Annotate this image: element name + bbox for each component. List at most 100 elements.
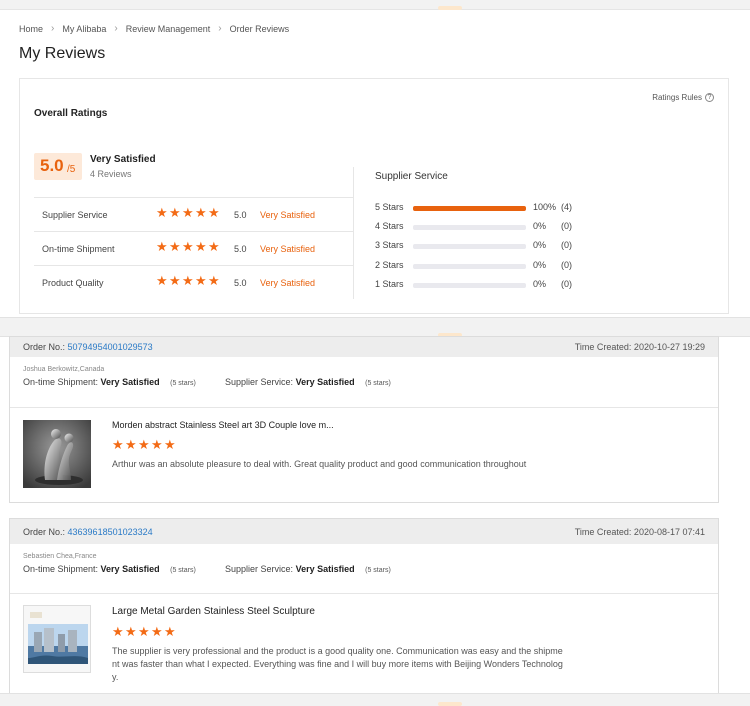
- rating-row-product-quality: Product Quality ★ ★ ★ ★ ★ 5.0 Very Satisfied: [34, 266, 354, 300]
- star-icon: ★: [169, 205, 181, 220]
- service-label: Supplier Service:: [225, 377, 294, 387]
- star-icon: ★: [164, 437, 176, 452]
- distribution-row: 2 Stars 0% (0): [375, 258, 715, 277]
- top-band: [0, 0, 750, 10]
- overall-ratings-card: Ratings Rules ? Overall Ratings 5.0 /5 V…: [19, 78, 729, 314]
- rating-row-supplier-service: Supplier Service ★ ★ ★ ★ ★ 5.0 Very Satisfie…: [34, 198, 354, 232]
- product-name[interactable]: Large Metal Garden Stainless Steel Sculp…: [112, 606, 315, 617]
- shipment-label: On-time Shipment:: [23, 377, 99, 387]
- help-icon[interactable]: ?: [705, 93, 714, 102]
- order-review-card: Order No.: 43639618501023324 Time Create…: [9, 518, 719, 694]
- breadcrumb-home[interactable]: Home: [19, 24, 43, 34]
- chevron-right-icon: ›: [218, 23, 222, 34]
- order-header: Order No.: 50794954001029573 Time Create…: [10, 337, 718, 357]
- star-distribution: 5 Stars 100% (4) 4 Stars 0% (0) 3 Stars …: [375, 200, 715, 296]
- product-name[interactable]: Morden abstract Stainless Steel art 3D C…: [112, 420, 334, 430]
- shipment-stars: (5 stars): [170, 567, 196, 574]
- scroll-nub: [438, 6, 462, 10]
- order-number: Order No.: 43639618501023324: [23, 527, 153, 537]
- rating-value: 5.0: [234, 244, 247, 254]
- rating-value: 5.0: [234, 278, 247, 288]
- shipment-rating: On-time Shipment: Very Satisfied (5 star…: [23, 377, 225, 387]
- divider: [10, 407, 718, 408]
- service-stars: (5 stars): [365, 567, 391, 574]
- service-rating: Supplier Service: Very Satisfied (5 star…: [225, 564, 427, 574]
- order-number-link[interactable]: 50794954001029573: [68, 342, 153, 352]
- shipment-rating: On-time Shipment: Very Satisfied (5 star…: [23, 564, 225, 574]
- breadcrumb-review-management[interactable]: Review Management: [126, 24, 211, 34]
- shipment-stars: (5 stars): [170, 380, 196, 387]
- service-stars: (5 stars): [365, 380, 391, 387]
- order-header: Order No.: 43639618501023324 Time Create…: [10, 519, 718, 544]
- order-number-link[interactable]: 43639618501023324: [68, 527, 153, 537]
- chevron-right-icon: ›: [51, 23, 55, 34]
- order-time-created: Time Created: 2020-08-17 07:41: [574, 527, 705, 537]
- rating-row-on-time-shipment: On-time Shipment ★ ★ ★ ★ ★ 5.0 Very Satisfie…: [34, 232, 354, 266]
- distribution-bar-fill: [413, 206, 526, 211]
- breadcrumb: Home › My Alibaba › Review Management › …: [19, 23, 289, 34]
- distribution-bar: [413, 206, 526, 211]
- star-icon: ★: [208, 273, 220, 288]
- review-star-rating: ★ ★ ★ ★ ★: [112, 624, 176, 639]
- star-icon: ★: [169, 239, 181, 254]
- star-icon: ★: [156, 273, 168, 288]
- summary-label: Very Satisfied: [90, 154, 156, 165]
- distribution-row: 3 Stars 0% (0): [375, 238, 715, 257]
- star-rating: ★ ★ ★ ★ ★: [156, 273, 220, 288]
- rating-value: 5.0: [234, 210, 247, 220]
- order-ratings: On-time Shipment: Very Satisfied (5 star…: [10, 373, 718, 387]
- supplier-service-title: Supplier Service: [375, 171, 448, 182]
- sculpture-image: [23, 420, 91, 488]
- distribution-percent: 0%: [533, 259, 547, 270]
- star-icon: ★: [208, 205, 220, 220]
- distribution-label: 3 Stars: [375, 240, 404, 251]
- breadcrumb-current: Order Reviews: [229, 23, 290, 34]
- star-icon: ★: [195, 239, 207, 254]
- star-icon: ★: [182, 205, 194, 220]
- star-icon: ★: [182, 273, 194, 288]
- product-image[interactable]: [23, 605, 91, 673]
- rating-label: Product Quality: [42, 278, 104, 288]
- score-badge: 5.0 /5: [34, 153, 82, 180]
- star-icon: ★: [151, 624, 163, 639]
- distribution-label: 2 Stars: [375, 259, 404, 270]
- star-icon: ★: [156, 239, 168, 254]
- ratings-rules-link[interactable]: Ratings Rules ?: [652, 93, 714, 102]
- scroll-nub: [438, 702, 462, 706]
- chevron-right-icon: ›: [114, 23, 118, 34]
- distribution-label: 4 Stars: [375, 221, 404, 232]
- shipment-value: Very Satisfied: [100, 377, 160, 387]
- star-icon: ★: [182, 239, 194, 254]
- shipment-value: Very Satisfied: [100, 564, 160, 574]
- distribution-count: (4): [561, 202, 572, 212]
- product-image[interactable]: [23, 420, 91, 488]
- distribution-bar: [413, 282, 526, 288]
- review-text: The supplier is very professional and th…: [112, 646, 563, 682]
- review-count: 4 Reviews: [90, 169, 132, 179]
- distribution-percent: 100%: [533, 202, 557, 212]
- distribution-count: (0): [561, 221, 572, 232]
- star-icon: ★: [138, 624, 150, 639]
- distribution-percent: 0%: [533, 240, 547, 251]
- distribution-row: 4 Stars 0% (0): [375, 219, 715, 238]
- rating-label: Supplier Service: [42, 210, 108, 220]
- star-rating: ★ ★ ★ ★ ★: [156, 205, 220, 220]
- review-star-rating: ★ ★ ★ ★ ★: [112, 437, 176, 452]
- rating-text: Very Satisfied: [260, 244, 316, 254]
- overall-ratings-title: Overall Ratings: [34, 108, 108, 119]
- ratings-rules-label[interactable]: Ratings Rules: [652, 93, 702, 102]
- distribution-bar: [413, 263, 526, 269]
- distribution-row: 5 Stars 100% (4): [375, 200, 715, 219]
- order-review-card: Order No.: 50794954001029573 Time Create…: [9, 336, 719, 503]
- star-icon: ★: [138, 437, 150, 452]
- distribution-count: (0): [561, 278, 572, 289]
- star-icon: ★: [125, 624, 137, 639]
- star-icon: ★: [164, 624, 176, 639]
- divider: [10, 593, 718, 594]
- overall-score: 5.0: [40, 156, 64, 175]
- breadcrumb-my-alibaba[interactable]: My Alibaba: [62, 24, 106, 34]
- star-icon: ★: [195, 205, 207, 220]
- distribution-bar: [413, 225, 526, 231]
- star-icon: ★: [125, 437, 137, 452]
- distribution-count: (0): [561, 259, 572, 270]
